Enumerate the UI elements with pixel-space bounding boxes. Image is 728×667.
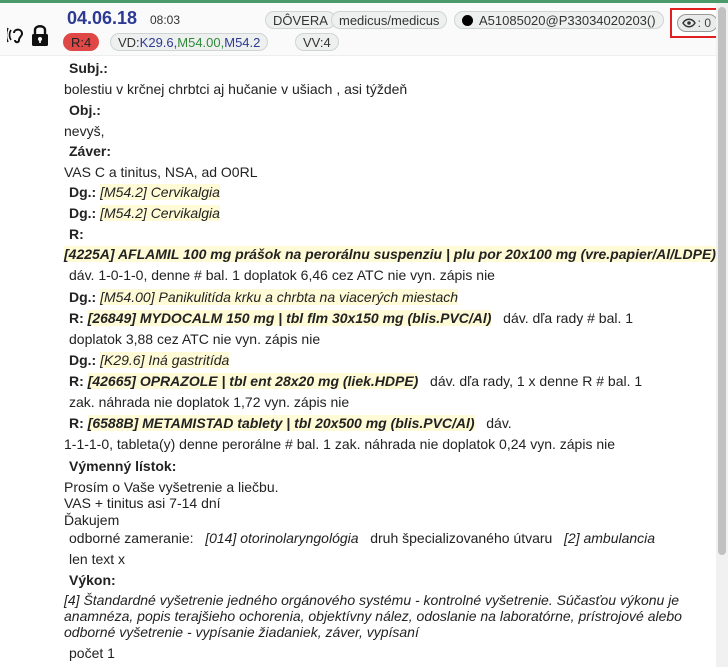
zaver-text: VAS C a tinitus, NSA, ad O0RL <box>64 164 258 180</box>
dg-label: Dg.: <box>69 205 97 221</box>
r-label: R: <box>69 373 84 389</box>
prescription-details: 1-1-1-0, tableta(y) denne perorálne # ba… <box>64 436 616 452</box>
status-dot <box>462 15 473 26</box>
diagnosis-value[interactable]: [M54.00] Panikulitída krku a chrbta na v… <box>100 289 459 305</box>
dg-label: Dg.: <box>69 289 97 305</box>
diagnosis-value[interactable]: [M54.2] Cervikalgia <box>100 184 220 200</box>
obj-text: nevyš, <box>64 123 105 139</box>
diagnosis-value[interactable]: [M54.2] Cervikalgia <box>100 205 220 221</box>
prescription-name: [4225A] AFLAMIL 100 mg prášok na perorál… <box>64 245 716 263</box>
vv-badge: VV:4 <box>295 33 339 51</box>
vd-prefix: VD: <box>118 35 140 50</box>
prescription-row: R: [42665] OPRAZOLE | tbl ent 28x20 mg (… <box>69 372 642 390</box>
procedure-label: Výkon: <box>69 572 116 588</box>
exchange-ticket-text: VAS + tinitus asi 7-14 dní <box>64 495 221 511</box>
vd-code: M54.00, <box>177 35 225 50</box>
user-badge: medicus/medicus <box>331 11 448 29</box>
r-label: R: <box>69 226 84 242</box>
diagnosis-value[interactable]: [K29.6] Iná gastritída <box>100 352 230 368</box>
views-count: : 0 <box>697 16 711 30</box>
zaver-label: Záver: <box>69 143 112 159</box>
prescription-details: dáv. dľa rady, 1 x denne R # bal. 1 <box>430 373 643 389</box>
scrollbar-thumb[interactable] <box>718 7 726 555</box>
lock-icon[interactable] <box>31 24 49 46</box>
prescription-row: R: [6588B] METAMISTAD tablety | tbl 20x5… <box>69 414 512 432</box>
drug-name[interactable]: [42665] OPRAZOLE | tbl ent 28x20 mg (lie… <box>87 373 419 389</box>
dg-label: Dg.: <box>69 352 97 368</box>
diagnosis-row: Dg.: [M54.2] Cervikalgia <box>69 183 220 201</box>
diagnosis-codes-badge: VD:K29.6,M54.00,M54.2 <box>110 33 269 51</box>
r-label: R: <box>69 310 84 326</box>
diagnosis-row: Dg.: [K29.6] Iná gastritída <box>69 351 230 369</box>
procedure-text: [4] Štandardné vyšetrenie jedného orgáno… <box>64 592 682 640</box>
eye-icon <box>682 18 696 28</box>
subj-text: bolestiu v krčnej chrbtci aj hučanie v u… <box>64 81 408 97</box>
prescription-details: dáv. dľa rady # bal. 1 <box>503 310 634 326</box>
drug-name[interactable]: [6588B] METAMISTAD tablety | tbl 20x500 … <box>87 415 475 431</box>
specialty-value: [014] otorinolaryngológia <box>205 530 359 546</box>
dg-label: Dg.: <box>69 184 97 200</box>
vd-code: K29.6, <box>139 35 178 50</box>
drug-name[interactable]: [4225A] AFLAMIL 100 mg prášok na perorál… <box>64 246 716 262</box>
prescription-details: doplatok 3,88 cez ATC nie vyn. zápis nie <box>69 331 321 347</box>
r-label: R: <box>69 415 84 431</box>
prescription-details: dáv. <box>486 415 512 431</box>
record-time: 08:03 <box>150 13 181 27</box>
subj-label: Subj.: <box>69 60 108 76</box>
unit-type-label: druh špecializovaného útvaru <box>370 530 553 546</box>
prescription-details: zak. náhrada nie doplatok 1,72 vyn. zápi… <box>69 394 350 410</box>
prescription-row: R: [26849] MYDOCALM 150 mg | tbl flm 30x… <box>69 309 633 327</box>
patient-id: A51085020@P33034020203() <box>479 13 656 28</box>
diagnosis-row: Dg.: [M54.00] Panikulitída krku a chrbta… <box>69 288 459 306</box>
diagnosis-row: Dg.: [M54.2] Cervikalgia <box>69 204 220 222</box>
specialty-label: odborné zameranie: <box>69 530 194 546</box>
prescription-details: dáv. 1-0-1-0, denne # bal. 1 doplatok 6,… <box>69 267 495 283</box>
insurance-badge: DÔVERA <box>265 11 336 29</box>
procedure-count: počet 1 <box>69 645 115 661</box>
record-date: 04.06.18 <box>67 8 138 28</box>
views-counter[interactable]: : 0 <box>677 14 718 32</box>
exchange-ticket-text: Ďakujem <box>64 512 120 528</box>
referral-specialty-row: odborné zameranie: [014] otorinolaryngol… <box>69 529 655 547</box>
unit-type-value: [2] ambulancia <box>564 530 656 546</box>
text-only-row: len text x <box>69 551 126 567</box>
patient-id-badge: A51085020@P33034020203() <box>454 11 664 29</box>
scrollbar[interactable] <box>716 3 728 667</box>
risk-badge: R:4 <box>63 33 100 51</box>
vd-code: M54.2 <box>224 35 261 50</box>
hearing-icon[interactable] <box>7 25 27 45</box>
obj-label: Obj.: <box>69 102 101 118</box>
exchange-ticket-label: Výmenný lístok: <box>69 458 177 474</box>
drug-name[interactable]: [26849] MYDOCALM 150 mg | tbl flm 30x150… <box>87 310 492 326</box>
record-header: 04.06.18 08:03 DÔVERA medicus/medicus A5… <box>0 3 725 56</box>
record-body: Subj.: bolestiu v krčnej chrbtci aj huča… <box>0 55 716 667</box>
